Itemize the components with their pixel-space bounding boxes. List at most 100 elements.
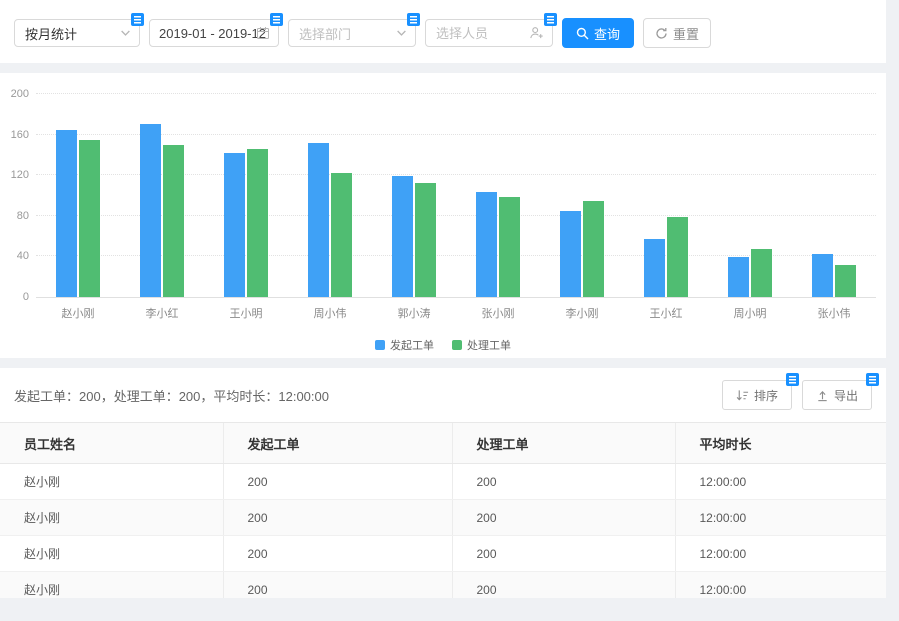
export-button-label: 导出: [834, 387, 858, 404]
x-axis-category-label: 张小刚: [456, 305, 540, 321]
x-axis-category-label: 郭小涛: [372, 305, 456, 321]
table-row: 赵小刚20020012:00:00: [0, 572, 886, 599]
bar-group: [540, 94, 624, 297]
bar-initiated: [812, 254, 833, 297]
table-cell: 赵小刚: [0, 536, 223, 572]
summary-text: 发起工单：200，处理工单：200，平均时长：12:00:00: [14, 386, 329, 405]
table-cell: 200: [452, 536, 675, 572]
bar-handled: [835, 265, 856, 297]
bar-group: [36, 94, 120, 297]
refresh-icon: [655, 27, 668, 40]
chart-legend: 发起工单 处理工单: [0, 337, 886, 353]
table-row: 赵小刚20020012:00:00: [0, 536, 886, 572]
x-axis-category-label: 李小红: [120, 305, 204, 321]
bar-group: [372, 94, 456, 297]
bar-handled: [415, 183, 436, 297]
legend-swatch: [375, 340, 385, 350]
bar-initiated: [476, 192, 497, 297]
legend-swatch: [452, 340, 462, 350]
y-axis-tick-label: 0: [23, 291, 29, 303]
table-cell: 12:00:00: [675, 464, 886, 500]
calendar-icon: [256, 26, 270, 40]
sort-button-label: 排序: [754, 387, 778, 404]
table-column-header: 处理工单: [452, 423, 675, 464]
bar-handled: [583, 201, 604, 297]
bar-initiated: [140, 124, 161, 297]
department-select[interactable]: 选择部门: [288, 19, 416, 47]
table-cell: 200: [223, 500, 452, 536]
search-button-label: 查询: [594, 24, 620, 43]
y-axis-tick-label: 160: [11, 129, 29, 141]
x-axis-category-label: 周小明: [708, 305, 792, 321]
bar-handled: [247, 149, 268, 297]
table-column-header: 平均时长: [675, 423, 886, 464]
list-badge-icon[interactable]: [131, 13, 144, 26]
department-select-placeholder: 选择部门: [289, 24, 351, 43]
add-person-icon: [529, 26, 544, 41]
x-axis-category-label: 王小红: [624, 305, 708, 321]
legend-label: 处理工单: [467, 337, 511, 353]
x-axis-category-label: 李小刚: [540, 305, 624, 321]
legend-item[interactable]: 处理工单: [452, 337, 511, 353]
bar-group: [204, 94, 288, 297]
bar-handled: [499, 197, 520, 297]
date-range-picker[interactable]: 2019-01 - 2019-12: [149, 19, 279, 47]
table-body: 赵小刚20020012:00:00赵小刚20020012:00:00赵小刚200…: [0, 464, 886, 599]
table-column-header: 员工姓名: [0, 423, 223, 464]
bar-initiated: [392, 176, 413, 297]
legend-label: 发起工单: [390, 337, 434, 353]
sort-icon: [736, 389, 749, 402]
table-cell: 200: [452, 464, 675, 500]
export-button[interactable]: 导出: [802, 380, 872, 410]
table-cell: 200: [452, 500, 675, 536]
date-range-value: 2019-01 - 2019-12: [150, 26, 266, 41]
bar-handled: [751, 249, 772, 297]
chart-xlabels: 赵小刚李小红王小明周小伟郭小涛张小刚李小刚王小红周小明张小伟: [36, 305, 876, 321]
search-button[interactable]: 查询: [562, 18, 634, 48]
y-axis-tick-label: 40: [17, 250, 29, 262]
legend-item[interactable]: 发起工单: [375, 337, 434, 353]
bar-initiated: [728, 257, 749, 297]
bar-initiated: [224, 153, 245, 297]
sort-button[interactable]: 排序: [722, 380, 792, 410]
bar-initiated: [56, 130, 77, 297]
table-panel: 发起工单：200，处理工单：200，平均时长：12:00:00 排序: [0, 368, 886, 598]
table-row: 赵小刚20020012:00:00: [0, 464, 886, 500]
x-axis-category-label: 周小伟: [288, 305, 372, 321]
summary-bar: 发起工单：200，处理工单：200，平均时长：12:00:00 排序: [0, 368, 886, 422]
reset-button-label: 重置: [673, 24, 699, 43]
x-axis-category-label: 王小明: [204, 305, 288, 321]
table-cell: 12:00:00: [675, 572, 886, 599]
bar-initiated: [644, 239, 665, 297]
reset-button[interactable]: 重置: [643, 18, 711, 48]
bar-group: [792, 94, 876, 297]
table-cell: 赵小刚: [0, 572, 223, 599]
table-cell: 12:00:00: [675, 500, 886, 536]
bar-handled: [331, 173, 352, 297]
list-badge-icon[interactable]: [270, 13, 283, 26]
export-icon: [816, 389, 829, 402]
bar-handled: [79, 140, 100, 297]
period-select-value: 按月统计: [15, 24, 77, 43]
bar-group: [624, 94, 708, 297]
y-axis-tick-label: 80: [17, 210, 29, 222]
person-select[interactable]: [425, 19, 553, 47]
table-cell: 12:00:00: [675, 536, 886, 572]
table-cell: 200: [223, 464, 452, 500]
table-row: 赵小刚20020012:00:00: [0, 500, 886, 536]
bar-handled: [667, 217, 688, 297]
period-select[interactable]: 按月统计: [14, 19, 140, 47]
bar-group: [456, 94, 540, 297]
bar-group: [288, 94, 372, 297]
bar-handled: [163, 145, 184, 297]
bar-initiated: [560, 211, 581, 297]
table-cell: 赵小刚: [0, 464, 223, 500]
chevron-down-icon: [120, 28, 131, 39]
list-badge-icon[interactable]: [544, 13, 557, 26]
table-cell: 赵小刚: [0, 500, 223, 536]
list-badge-icon[interactable]: [866, 373, 879, 386]
filter-toolbar-panel: 按月统计 2019-01 - 2019-12 选择部门: [0, 0, 886, 63]
person-select-input[interactable]: [436, 26, 528, 41]
list-badge-icon[interactable]: [407, 13, 420, 26]
list-badge-icon[interactable]: [786, 373, 799, 386]
